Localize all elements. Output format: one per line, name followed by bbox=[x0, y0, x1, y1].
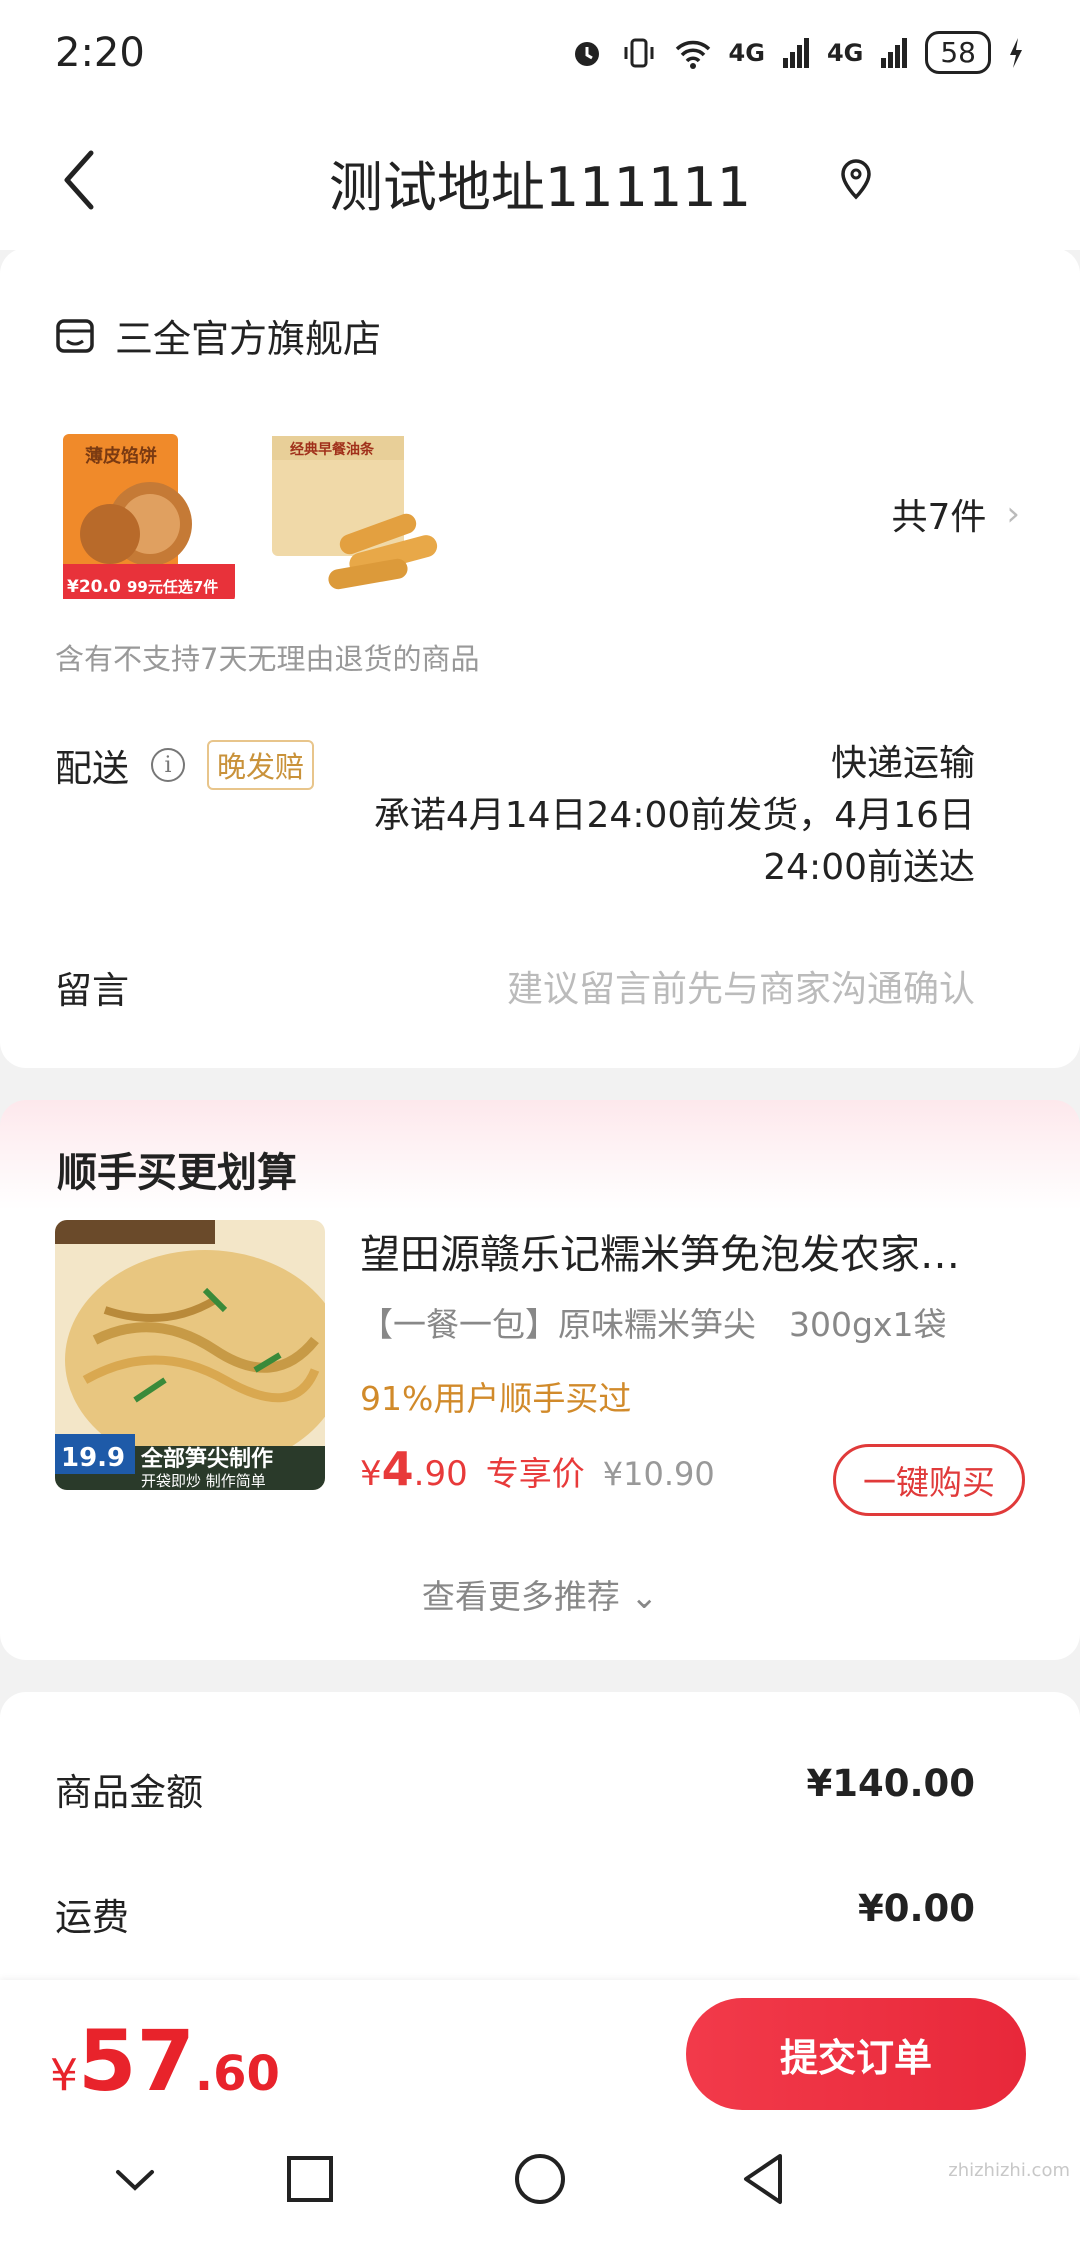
shipping-row: 运费 ¥0.00 bbox=[55, 1887, 975, 1941]
alarm-icon bbox=[574, 41, 599, 66]
product-thumbnail-2[interactable]: 经典早餐油条 bbox=[268, 424, 448, 604]
recommend-image-caption: 全部笋尖制作 bbox=[140, 1446, 273, 1472]
page-title[interactable]: 测试地址111111 bbox=[0, 143, 1080, 222]
product-thumbnail-1[interactable]: 薄皮馅饼 ¥20.0 99元任选7件 bbox=[55, 424, 235, 604]
return-policy-notice: 含有不支持7天无理由退货的商品 bbox=[55, 642, 480, 676]
delivery-label-group: 配送 i 晚发赔 bbox=[55, 738, 315, 792]
product2-label: 经典早餐油条 bbox=[290, 441, 375, 458]
item-count-link[interactable]: 共7件 › bbox=[891, 488, 1020, 540]
chevron-down-icon[interactable] bbox=[100, 2150, 170, 2210]
goods-amount-label: 商品金额 bbox=[55, 1771, 203, 1814]
nav-bar: 测试地址111111 bbox=[0, 105, 1080, 250]
svg-text:¥20.0: ¥20.0 bbox=[67, 577, 121, 597]
exclusive-price-tag: 专享价 bbox=[485, 1454, 585, 1493]
original-price: ¥10.90 bbox=[602, 1455, 715, 1493]
checkout-bar: ¥ 57 .60 提交订单 bbox=[0, 1980, 1080, 2120]
recommend-product-spec: 【一餐一包】原味糯米笋尖 300gx1袋 bbox=[360, 1305, 947, 1344]
back-triangle-icon[interactable] bbox=[730, 2150, 800, 2210]
recommend-price: ¥4.90 bbox=[360, 1442, 468, 1496]
store-name: 三全官方旗舰店 bbox=[115, 317, 382, 361]
recents-square-icon[interactable] bbox=[275, 2150, 345, 2210]
network-label-2: 4G bbox=[826, 38, 864, 67]
network-label-1: 4G bbox=[728, 38, 765, 67]
svg-text:99元任选7件: 99元任选7件 bbox=[127, 578, 218, 596]
shipping-value: ¥0.00 bbox=[857, 1887, 975, 1930]
more-recommendations-link[interactable]: 查看更多推荐 ⌄ bbox=[0, 1570, 1080, 1618]
one-click-buy-button[interactable]: 一键购买 bbox=[833, 1444, 1025, 1516]
message-label: 留言 bbox=[55, 969, 129, 1012]
info-icon[interactable]: i bbox=[151, 748, 185, 782]
status-time: 2:20 bbox=[55, 29, 145, 76]
order-store-card: 三全官方旗舰店 薄皮馅饼 ¥20.0 99元任选7件 经典早餐油条 共7件 › bbox=[0, 248, 1080, 1068]
total-price: ¥ 57 .60 bbox=[50, 2012, 280, 2110]
product1-label: 薄皮馅饼 bbox=[85, 445, 157, 467]
recommend-product-image[interactable]: 19.9 全部笋尖制作 开袋即炒 制作简单 bbox=[55, 1220, 325, 1490]
store-header[interactable]: 三全官方旗舰店 bbox=[55, 308, 381, 363]
delivery-promise-line1: 承诺4月14日24:00前发货，4月16日 bbox=[373, 795, 975, 836]
recommendation-card: 顺手买更划算 19.9 全部笋尖制作 开袋即炒 制作简单 望田源赣乐记糯米笋免泡… bbox=[0, 1100, 1080, 1660]
chevron-right-icon: › bbox=[1006, 494, 1020, 534]
delivery-promise-line2: 24:00前送达 bbox=[763, 847, 975, 888]
system-nav-bar bbox=[0, 2120, 1080, 2244]
goods-amount-row: 商品金额 ¥140.00 bbox=[55, 1762, 975, 1816]
watermark: zhizhizhi.com bbox=[948, 2160, 1070, 2181]
shipping-label: 运费 bbox=[55, 1896, 129, 1939]
signal-icon bbox=[881, 37, 908, 68]
goods-amount-value: ¥140.00 bbox=[806, 1762, 975, 1805]
vibrate-icon bbox=[624, 38, 654, 67]
delivery-method: 快递运输 bbox=[830, 743, 975, 784]
wifi-icon bbox=[675, 40, 710, 69]
recommend-image-price: 19.9 bbox=[61, 1443, 125, 1473]
recommend-buy-stat: 91%用户顺手买过 bbox=[360, 1379, 632, 1418]
submit-order-button[interactable]: 提交订单 bbox=[686, 1998, 1026, 2110]
delivery-info[interactable]: 快递运输 承诺4月14日24:00前发货，4月16日 24:00前送达 bbox=[374, 738, 975, 894]
signal-icon bbox=[782, 37, 809, 68]
item-count: 共7件 bbox=[891, 497, 987, 538]
home-circle-icon[interactable] bbox=[505, 2150, 575, 2210]
section-title: 顺手买更划算 bbox=[57, 1150, 297, 1196]
price-summary-card: 商品金额 ¥140.00 运费 ¥0.00 bbox=[0, 1692, 1080, 2012]
status-bar: 2:20 4G 4G 58 bbox=[0, 0, 1080, 105]
battery-indicator: 58 bbox=[925, 31, 991, 74]
delivery-label: 配送 bbox=[55, 747, 129, 790]
late-compensation-badge[interactable]: 晚发赔 bbox=[207, 740, 315, 790]
store-icon bbox=[56, 318, 94, 353]
recommend-product-title[interactable]: 望田源赣乐记糯米笋免泡发农家… bbox=[360, 1222, 1000, 1280]
recommend-price-row: ¥4.90 专享价 ¥10.90 bbox=[360, 1442, 715, 1496]
location-pin-icon[interactable] bbox=[836, 157, 876, 201]
status-icons: 4G 4G 58 bbox=[569, 31, 1025, 74]
chevron-down-icon: ⌄ bbox=[630, 1577, 659, 1616]
recommend-image-caption-2: 开袋即炒 制作简单 bbox=[141, 1472, 266, 1490]
message-input[interactable]: 建议留言前先与商家沟通确认 bbox=[507, 960, 975, 1012]
charging-icon bbox=[1010, 37, 1022, 68]
